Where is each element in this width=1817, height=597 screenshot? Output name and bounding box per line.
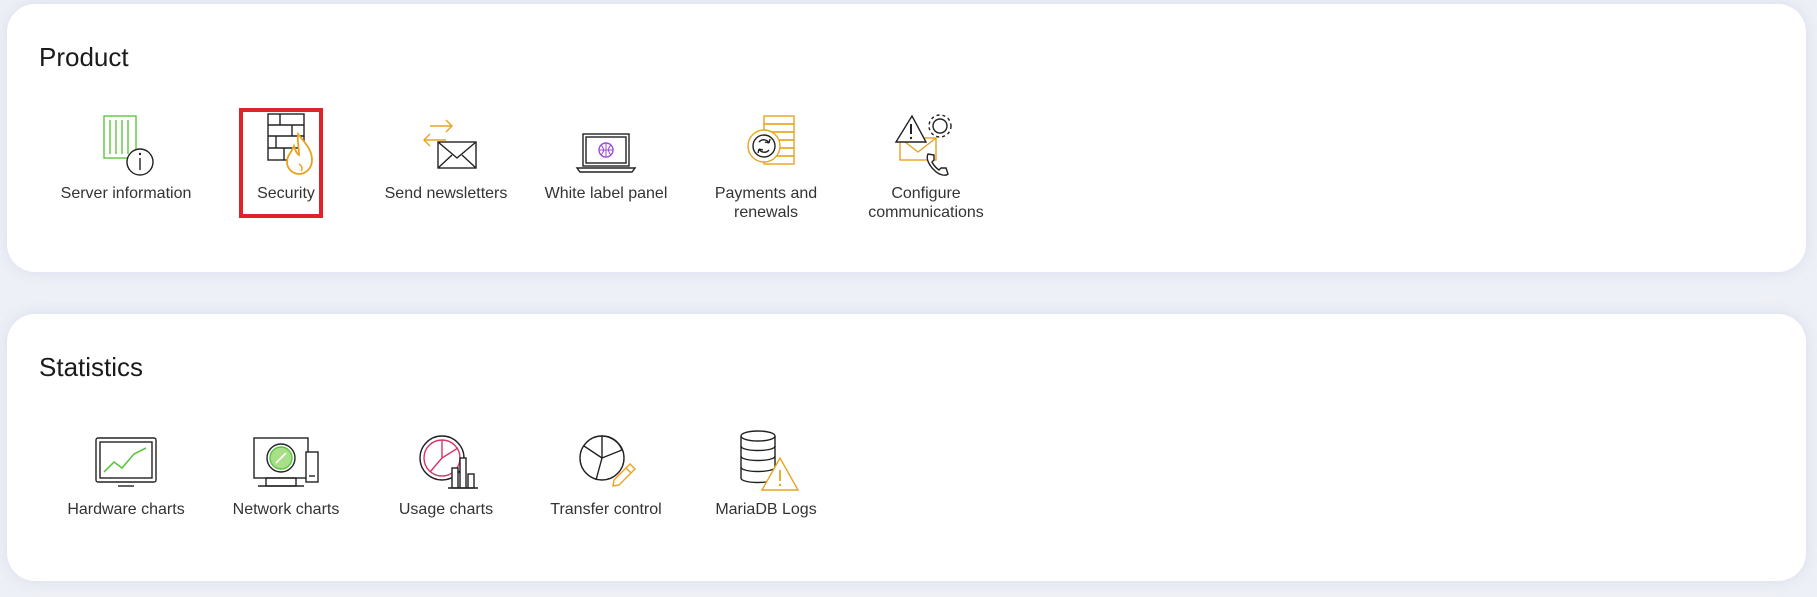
product-section: Product Server information Security Send… <box>7 4 1806 272</box>
mariadb-logs-icon <box>730 428 802 496</box>
tile-usage-charts[interactable]: Usage charts <box>366 428 526 519</box>
transfer-control-icon <box>570 428 642 496</box>
tile-label: Payments and renewals <box>714 185 818 221</box>
network-chart-icon <box>250 428 322 496</box>
tile-network-charts[interactable]: Network charts <box>206 428 366 519</box>
tile-send-newsletters[interactable]: Send newsletters <box>366 112 526 222</box>
section-title-statistics: Statistics <box>39 352 144 382</box>
usage-chart-icon <box>410 428 482 496</box>
tile-label: Hardware charts <box>67 501 185 518</box>
tile-transfer-control[interactable]: Transfer control <box>526 428 686 519</box>
tile-mariadb-logs[interactable]: MariaDB Logs <box>686 428 846 519</box>
tile-label: Configure communications <box>868 185 984 221</box>
tile-label: Transfer control <box>550 501 662 518</box>
firewall-icon <box>250 112 322 180</box>
product-items: Server information Security Send newslet… <box>46 108 1006 222</box>
newsletter-icon <box>410 112 482 180</box>
tile-label: Server information <box>60 185 192 202</box>
communications-config-icon <box>890 112 962 180</box>
tile-label: Send newsletters <box>384 185 508 202</box>
tile-label: Usage charts <box>398 501 494 518</box>
tile-server-information[interactable]: Server information <box>46 112 206 222</box>
payments-renewals-icon <box>730 112 802 180</box>
tile-label: MariaDB Logs <box>715 501 817 518</box>
statistics-section: Statistics Hardware charts Network chart… <box>7 314 1806 581</box>
tile-configure-communications[interactable]: Configure communications <box>846 112 1006 222</box>
tile-white-label-panel[interactable]: White label panel <box>526 112 686 222</box>
tile-hardware-charts[interactable]: Hardware charts <box>46 428 206 519</box>
tile-label: Network charts <box>232 501 340 518</box>
hardware-chart-icon <box>90 428 162 496</box>
white-label-laptop-icon <box>570 112 642 180</box>
tile-label: White label panel <box>544 185 668 202</box>
tile-label: Security <box>257 185 315 202</box>
server-info-icon <box>90 112 162 180</box>
tile-payments-and-renewals[interactable]: Payments and renewals <box>686 112 846 222</box>
section-title-product: Product <box>39 42 129 72</box>
tile-security[interactable]: Security <box>206 108 366 222</box>
statistics-items: Hardware charts Network charts Usage cha… <box>46 428 846 519</box>
